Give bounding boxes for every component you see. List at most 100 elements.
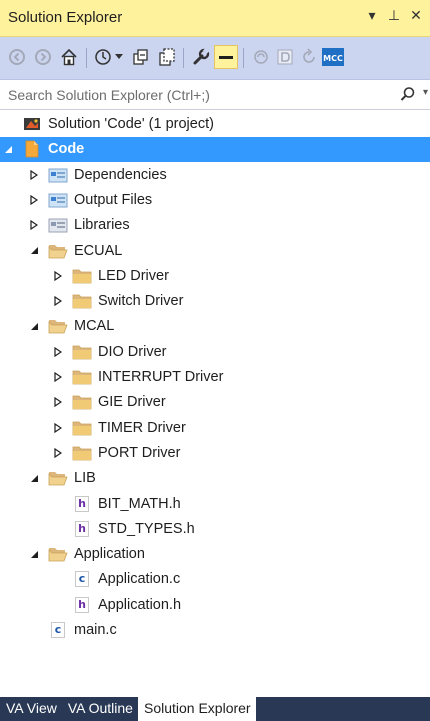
header-file-icon: h bbox=[72, 596, 92, 614]
tree-item-libraries[interactable]: Libraries bbox=[0, 213, 430, 238]
collapsed-arrow-icon[interactable] bbox=[28, 194, 40, 206]
h-glyph: h bbox=[75, 495, 89, 512]
collapsed-arrow-icon[interactable] bbox=[52, 295, 64, 307]
expanded-arrow-icon[interactable] bbox=[28, 472, 40, 484]
tree-item-label: Code bbox=[48, 141, 85, 158]
h-glyph: h bbox=[75, 520, 89, 537]
tree-item-label: Application.h bbox=[98, 596, 182, 613]
tree-item-label: INTERRUPT Driver bbox=[98, 369, 224, 385]
libraries-icon bbox=[48, 216, 68, 234]
tree-item-switch-driver[interactable]: Switch Driver bbox=[0, 289, 430, 314]
search-input[interactable] bbox=[0, 80, 398, 109]
tree-item-label: Application bbox=[74, 546, 145, 563]
refresh-icon[interactable] bbox=[298, 46, 320, 68]
header-file-icon: h bbox=[72, 495, 92, 513]
folder-open-icon bbox=[48, 545, 68, 563]
tree-item-led-driver[interactable]: LED Driver bbox=[0, 264, 430, 289]
expanded-arrow-icon[interactable] bbox=[2, 143, 14, 155]
tree-item-application-h[interactable]: h Application.h bbox=[0, 593, 430, 618]
view-code-icon[interactable] bbox=[274, 46, 296, 68]
tree-item-code[interactable]: Code bbox=[0, 137, 430, 163]
tree-item-interrupt-driver[interactable]: INTERRUPT Driver bbox=[0, 365, 430, 390]
tree-item-label: Application.c bbox=[98, 571, 181, 588]
toolbar-separator bbox=[243, 48, 244, 68]
tree-item-main-c[interactable]: c main.c bbox=[0, 618, 430, 643]
toolbar-separator bbox=[86, 48, 87, 68]
tree-item-label: PORT Driver bbox=[98, 444, 181, 461]
search-icon[interactable] bbox=[400, 86, 416, 107]
tree-item-dio-driver[interactable]: DIO Driver bbox=[0, 340, 430, 365]
tree-item-lib[interactable]: LIB bbox=[0, 466, 430, 491]
c-glyph: c bbox=[51, 622, 65, 638]
sync-icon[interactable] bbox=[250, 46, 272, 68]
expanded-arrow-icon[interactable] bbox=[28, 320, 40, 332]
collapsed-arrow-icon[interactable] bbox=[28, 169, 40, 181]
toolbar-separator bbox=[183, 48, 184, 68]
search-bar: ▾ bbox=[0, 80, 430, 110]
back-icon[interactable] bbox=[6, 46, 28, 68]
tree-item-timer-driver[interactable]: TIMER Driver bbox=[0, 416, 430, 441]
folder-open-icon bbox=[48, 242, 68, 260]
folder-open-icon bbox=[48, 469, 68, 487]
tree-item-label: LIB bbox=[74, 470, 96, 487]
properties-icon[interactable] bbox=[190, 46, 212, 68]
c-file-icon: c bbox=[72, 570, 92, 588]
collapsed-arrow-icon[interactable] bbox=[52, 396, 64, 408]
folder-icon bbox=[72, 444, 92, 462]
title-bar-controls: ▾ ⊥ ✕ bbox=[364, 7, 424, 24]
tab-va-view[interactable]: VA View bbox=[0, 697, 62, 721]
folder-icon bbox=[72, 267, 92, 285]
mcc-icon[interactable]: MCC bbox=[322, 46, 344, 68]
tree-item-gie-driver[interactable]: GIE Driver bbox=[0, 390, 430, 415]
collapsed-arrow-icon[interactable] bbox=[52, 270, 64, 282]
tree-item-label: Output Files bbox=[74, 191, 153, 208]
tree-item-label: Libraries bbox=[74, 217, 130, 234]
search-options-icon[interactable]: ▾ bbox=[423, 87, 428, 98]
tree-item-output-files[interactable]: Output Files bbox=[0, 188, 430, 213]
tree-item-std-types-h[interactable]: h STD_TYPES.h bbox=[0, 517, 430, 542]
c-file-icon: c bbox=[48, 621, 68, 639]
folder-icon bbox=[72, 368, 92, 386]
pending-changes-icon[interactable] bbox=[92, 46, 114, 68]
close-icon[interactable]: ✕ bbox=[408, 7, 424, 24]
toolbar: MCC bbox=[0, 37, 430, 80]
tree-item-label: ECUAL bbox=[74, 242, 123, 259]
tree-item-ecual[interactable]: ECUAL bbox=[0, 239, 430, 264]
tree-item-application[interactable]: Application bbox=[0, 542, 430, 567]
collapsed-arrow-icon[interactable] bbox=[52, 346, 64, 358]
expanded-arrow-icon[interactable] bbox=[28, 245, 40, 257]
tab-va-outline[interactable]: VA Outline bbox=[62, 697, 138, 721]
pending-changes-dropdown-icon[interactable] bbox=[114, 46, 124, 68]
tree-item-label: Switch Driver bbox=[98, 293, 184, 310]
home-icon[interactable] bbox=[58, 46, 80, 68]
forward-icon[interactable] bbox=[32, 46, 54, 68]
collapsed-arrow-icon[interactable] bbox=[52, 371, 64, 383]
collapsed-arrow-icon[interactable] bbox=[28, 219, 40, 231]
folder-icon bbox=[72, 343, 92, 361]
dropdown-arrow-icon[interactable]: ▾ bbox=[364, 7, 380, 24]
tab-solution-explorer[interactable]: Solution Explorer bbox=[137, 697, 256, 721]
tree-item-mcal[interactable]: MCAL bbox=[0, 314, 430, 339]
mcc-label: MCC bbox=[323, 54, 343, 63]
folder-open-icon bbox=[48, 317, 68, 335]
tree-item-solution-code-1-project[interactable]: Solution 'Code' (1 project) bbox=[0, 112, 430, 137]
tree-item-dependencies[interactable]: Dependencies bbox=[0, 163, 430, 188]
preview-selected-icon[interactable] bbox=[214, 45, 238, 69]
expanded-arrow-icon[interactable] bbox=[28, 548, 40, 560]
show-all-files-icon[interactable] bbox=[156, 46, 178, 68]
tree-item-label: LED Driver bbox=[98, 267, 169, 284]
collapse-all-icon[interactable] bbox=[130, 46, 152, 68]
tree-item-port-driver[interactable]: PORT Driver bbox=[0, 441, 430, 466]
dependencies-icon bbox=[48, 166, 68, 184]
pin-icon[interactable]: ⊥ bbox=[386, 7, 402, 24]
collapsed-arrow-icon[interactable] bbox=[52, 422, 64, 434]
collapsed-arrow-icon[interactable] bbox=[52, 447, 64, 459]
tree-item-bit-math-h[interactable]: h BIT_MATH.h bbox=[0, 492, 430, 517]
c-glyph: c bbox=[75, 571, 89, 588]
tree-item-label: DIO Driver bbox=[98, 343, 167, 360]
folder-icon bbox=[72, 292, 92, 310]
output-files-icon bbox=[48, 191, 68, 209]
tree-item-application-c[interactable]: c Application.c bbox=[0, 567, 430, 592]
folder-icon bbox=[72, 393, 92, 411]
tree-item-label: STD_TYPES.h bbox=[98, 520, 195, 537]
